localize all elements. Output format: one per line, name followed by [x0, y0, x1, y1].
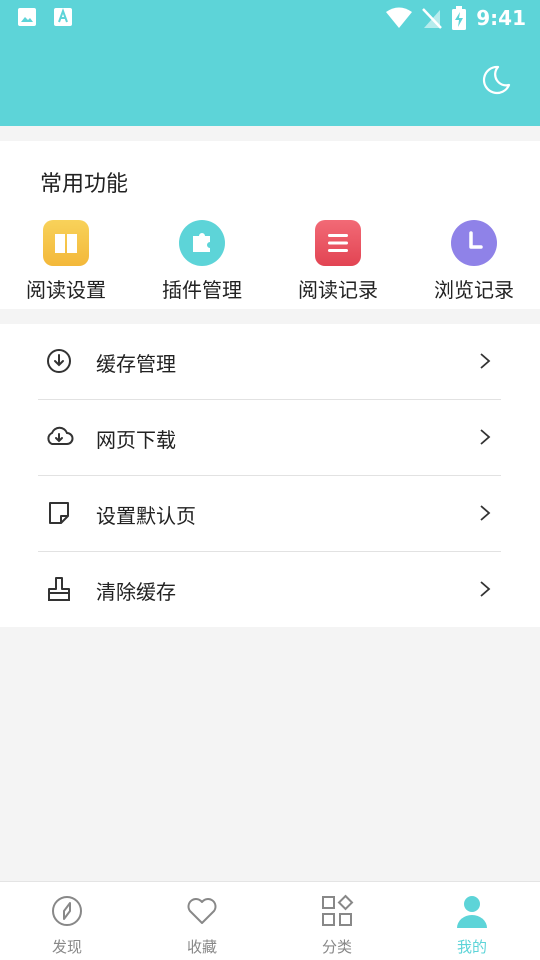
tab-favorites[interactable]: 收藏 [157, 894, 247, 957]
tab-discover-label: 发现 [51, 938, 82, 956]
heart-icon [187, 898, 217, 924]
tab-favorites-label: 收藏 [186, 938, 217, 956]
clear-cache-row[interactable]: 清除缓存 [0, 552, 540, 628]
list-icon [315, 220, 361, 266]
browse-history-label: 浏览记录 [434, 278, 514, 302]
person-icon [457, 896, 487, 928]
night-mode-icon[interactable] [480, 64, 512, 96]
brush-icon [48, 577, 70, 601]
cache-management-label: 缓存管理 [96, 352, 176, 376]
page-icon [49, 502, 69, 524]
wifi-icon [386, 7, 413, 28]
clock-icon [451, 220, 497, 266]
reading-history-button[interactable]: 阅读记录 [283, 220, 393, 303]
cache-management-row[interactable]: 缓存管理 [0, 324, 540, 400]
set-default-page-label: 设置默认页 [96, 504, 196, 528]
plugin-management-label: 插件管理 [162, 278, 242, 302]
status-bar: 9:41 [0, 0, 540, 36]
set-default-page-row[interactable]: 设置默认页 [0, 476, 540, 552]
battery-charging-icon [452, 6, 467, 30]
tab-categories-label: 分类 [321, 938, 352, 956]
status-time: 9:41 [476, 6, 526, 30]
keyboard-notification-icon [54, 8, 72, 26]
common-functions-title: 常用功能 [40, 172, 129, 197]
reading-settings-label: 阅读设置 [26, 278, 106, 302]
chevron-right-icon [480, 353, 491, 369]
bottom-navigation: 发现 收藏 分类 我的 [0, 881, 540, 960]
tab-mine[interactable]: 我的 [427, 894, 517, 957]
book-icon [43, 220, 89, 266]
browse-history-button[interactable]: 浏览记录 [419, 220, 529, 303]
reading-settings-button[interactable]: 阅读设置 [11, 220, 121, 303]
header: 9:41 [0, 0, 540, 126]
web-download-label: 网页下载 [96, 428, 176, 452]
chevron-right-icon [480, 505, 491, 521]
clear-cache-label: 清除缓存 [96, 580, 176, 604]
compass-icon [52, 896, 82, 926]
download-circle-icon [47, 349, 71, 373]
tab-mine-label: 我的 [456, 938, 487, 956]
no-signal-icon [422, 8, 443, 29]
chevron-right-icon [480, 581, 491, 597]
grid-icon [322, 894, 354, 926]
tab-discover[interactable]: 发现 [22, 894, 112, 957]
reading-history-label: 阅读记录 [298, 278, 378, 302]
chevron-right-icon [480, 429, 491, 445]
image-notification-icon [18, 8, 36, 26]
puzzle-icon [179, 220, 225, 266]
cloud-download-icon [47, 426, 74, 445]
tab-categories[interactable]: 分类 [292, 894, 382, 957]
plugin-management-button[interactable]: 插件管理 [147, 220, 257, 303]
web-download-row[interactable]: 网页下载 [0, 400, 540, 476]
settings-list: 缓存管理 网页下载 设置默认页 清除缓存 [0, 324, 540, 627]
